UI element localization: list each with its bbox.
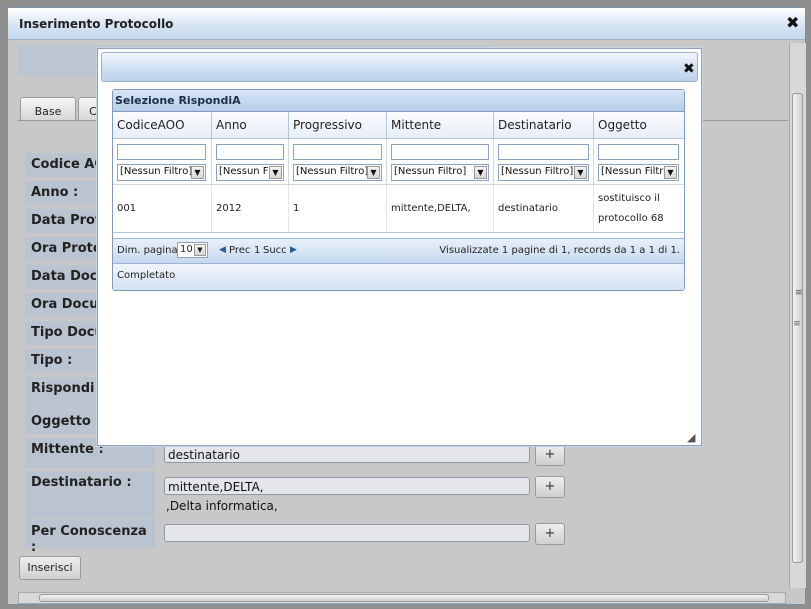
filter-select-anno[interactable]: [Nessun F ▼: [216, 164, 284, 181]
column-header-destinatario[interactable]: Destinatario: [494, 112, 594, 138]
filter-cell: [Nessun Filtro] ▼: [289, 139, 387, 184]
filter-select-value: [Nessun Filtro]: [120, 166, 193, 177]
cell-codiceaoo: 001: [113, 185, 212, 232]
dropdown-arrow-icon: ▼: [367, 166, 380, 179]
rispondi-dialog: ✖ Selezione RispondiA CodiceAOO Anno Pro…: [97, 48, 702, 446]
filter-select-value: [Nessun Filtr: [601, 166, 664, 177]
current-page-number: 1: [254, 245, 261, 256]
pager-summary: Visualizzate 1 pagine di 1, records da 1…: [439, 245, 680, 256]
grid-status: Completato: [113, 264, 684, 290]
prev-arrow-icon[interactable]: ◀: [219, 245, 226, 255]
dropdown-arrow-icon: ▼: [474, 166, 487, 179]
selection-grid: Selezione RispondiA CodiceAOO Anno Progr…: [112, 89, 685, 291]
filter-cell: [Nessun Filtro] ▼: [387, 139, 494, 184]
scroll-grip-icon: ≡: [793, 319, 801, 329]
column-header-codiceaoo[interactable]: CodiceAOO: [113, 112, 212, 138]
filter-select-codiceaoo[interactable]: [Nessun Filtro] ▼: [117, 164, 206, 181]
next-arrow-icon[interactable]: ▶: [290, 245, 297, 255]
mittente-field[interactable]: destinatario: [164, 445, 530, 463]
grid-pager: Dim. pagina: 10 ▼ ◀ Prec 1 Succ ▶ Visual…: [113, 238, 684, 264]
filter-select-mittente[interactable]: [Nessun Filtro] ▼: [391, 164, 489, 181]
table-row[interactable]: 001 2012 1 mittente,DELTA, destinatario …: [113, 185, 684, 233]
page-size-select[interactable]: 10 ▼: [177, 242, 208, 258]
filter-input-oggetto[interactable]: [598, 144, 679, 160]
cell-oggetto: sostituisco il protocollo 68: [598, 192, 664, 224]
filter-cell: [Nessun Filtr ▼: [594, 139, 684, 184]
dropdown-arrow-icon: ▼: [194, 244, 206, 256]
filter-input-codiceaoo[interactable]: [117, 144, 206, 160]
filter-input-mittente[interactable]: [391, 144, 489, 160]
page-size-value: 10: [180, 244, 193, 255]
grid-filter-row: [Nessun Filtro] ▼ [Nessun F ▼ [Nessun Filt…: [113, 139, 684, 185]
per-conoscenza-field[interactable]: [164, 524, 530, 542]
cell-mittente: mittente,DELTA,: [387, 185, 494, 232]
filter-input-anno[interactable]: [216, 144, 284, 160]
cell-anno: 2012: [212, 185, 289, 232]
window-titlebar[interactable]: Inserimento Protocollo ✖: [8, 8, 805, 40]
label-destinatario: Destinatario :: [25, 471, 155, 519]
window-title: Inserimento Protocollo: [19, 17, 174, 31]
window-close-icon[interactable]: ✖: [786, 15, 799, 31]
next-page-link[interactable]: Succ: [263, 245, 287, 256]
destinatario-extra-text: ,Delta informatica,: [166, 499, 278, 513]
filter-select-progressivo[interactable]: [Nessun Filtro] ▼: [293, 164, 382, 181]
column-header-oggetto[interactable]: Oggetto: [594, 112, 684, 138]
dropdown-arrow-icon: ▼: [664, 166, 677, 179]
dropdown-arrow-icon: ▼: [574, 166, 587, 179]
horizontal-scrollbar[interactable]: [18, 592, 786, 604]
inserisci-button[interactable]: Inserisci: [19, 556, 81, 580]
filter-cell: [Nessun F ▼: [212, 139, 289, 184]
tab-base[interactable]: Base: [20, 97, 76, 121]
dropdown-arrow-icon: ▼: [191, 166, 204, 179]
splitter-grip-icon[interactable]: ≡: [795, 288, 803, 298]
filter-cell: [Nessun Filtro] ▼: [494, 139, 594, 184]
prev-page-link[interactable]: Prec: [229, 245, 250, 256]
mittente-add-button[interactable]: +: [535, 444, 565, 466]
dialog-titlebar[interactable]: ✖: [101, 52, 698, 82]
filter-input-progressivo[interactable]: [293, 144, 382, 160]
vertical-scrollbar-thumb[interactable]: ≡: [792, 93, 803, 563]
filter-cell: [Nessun Filtro] ▼: [113, 139, 212, 184]
filter-select-destinatario[interactable]: [Nessun Filtro] ▼: [498, 164, 589, 181]
per-conoscenza-add-button[interactable]: +: [535, 523, 565, 545]
vertical-scrollbar[interactable]: ≡: [789, 43, 806, 588]
column-header-mittente[interactable]: Mittente: [387, 112, 494, 138]
label-per-conoscenza: Per Conoscenza :: [25, 520, 155, 555]
destinatario-add-button[interactable]: +: [535, 476, 565, 498]
horizontal-scrollbar-thumb[interactable]: [39, 594, 769, 602]
filter-select-value: [Nessun Filtro]: [394, 166, 467, 177]
column-header-progressivo[interactable]: Progressivo: [289, 112, 387, 138]
cell-destinatario: destinatario: [494, 185, 594, 232]
column-header-anno[interactable]: Anno: [212, 112, 289, 138]
page-size-label: Dim. pagina:: [117, 245, 182, 256]
cell-progressivo: 1: [289, 185, 387, 232]
filter-select-oggetto[interactable]: [Nessun Filtr ▼: [598, 164, 679, 181]
filter-select-value: [Nessun Filtro]: [296, 166, 369, 177]
filter-select-value: [Nessun F: [219, 166, 269, 177]
filter-input-destinatario[interactable]: [498, 144, 589, 160]
dropdown-arrow-icon: ▼: [269, 166, 282, 179]
filter-select-value: [Nessun Filtro]: [501, 166, 574, 177]
grid-header-row: CodiceAOO Anno Progressivo Mittente Dest…: [113, 112, 684, 139]
grid-caption: Selezione RispondiA: [113, 90, 684, 112]
destinatario-field[interactable]: mittente,DELTA,: [164, 477, 530, 495]
dialog-close-icon[interactable]: ✖: [683, 62, 695, 76]
resize-grip-icon[interactable]: ◢: [687, 431, 695, 444]
